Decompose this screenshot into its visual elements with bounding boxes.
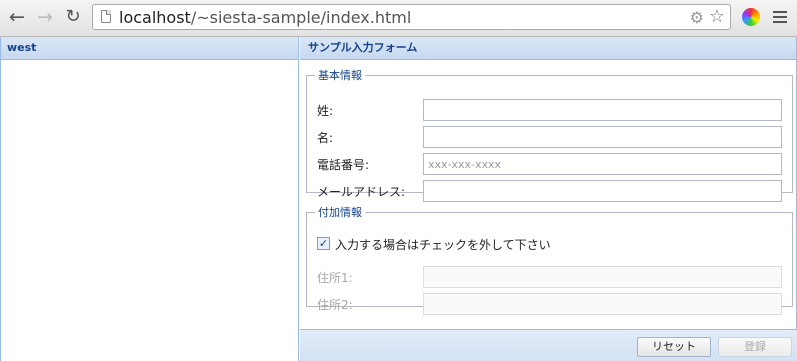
disable-address-checkbox[interactable]: ✓ xyxy=(317,237,330,250)
first-name-input[interactable] xyxy=(423,126,782,148)
email-input[interactable] xyxy=(423,180,782,202)
address2-input[interactable] xyxy=(423,293,782,315)
form-panel: サンプル入力フォーム 基本情報 姓: 名: 電話番号: メールアドレス: 付加情… xyxy=(300,37,797,361)
forward-arrow-icon[interactable]: → xyxy=(34,6,56,28)
phone-input[interactable] xyxy=(423,153,782,175)
west-panel: west xyxy=(0,37,299,361)
browser-toolbar: ← → ↻ localhost/~siesta-sample/index.htm… xyxy=(0,0,797,37)
address2-label: 住所2: xyxy=(317,298,353,312)
west-panel-title: west xyxy=(1,37,298,60)
extra-info-fieldset: 付加情報 ✓ 入力する場合はチェックを外して下さい 住所1: 住所2: xyxy=(306,204,793,315)
last-name-label: 姓: xyxy=(317,104,334,118)
first-name-label: 名: xyxy=(317,131,334,145)
submit-button[interactable]: 登録 xyxy=(718,337,792,357)
extension-gear-icon[interactable]: ⚙ xyxy=(690,8,704,27)
color-wheel-icon[interactable] xyxy=(742,8,760,26)
last-name-input[interactable] xyxy=(423,99,782,121)
address-bar[interactable]: localhost/~siesta-sample/index.html ⚙ ☆ xyxy=(92,4,731,30)
bookmark-star-icon[interactable]: ☆ xyxy=(709,6,725,27)
email-label: メールアドレス: xyxy=(317,185,406,199)
phone-label: 電話番号: xyxy=(317,158,370,172)
disable-address-checkbox-label: 入力する場合はチェックを外して下さい xyxy=(335,238,551,252)
form-panel-title: サンプル入力フォーム xyxy=(300,37,796,60)
extra-info-legend: 付加情報 xyxy=(318,206,362,219)
reload-icon[interactable]: ↻ xyxy=(62,6,84,28)
form-footer: リセット 登録 xyxy=(300,329,797,361)
address1-label: 住所1: xyxy=(317,271,353,285)
reset-button[interactable]: リセット xyxy=(637,337,711,357)
address-url: localhost/~siesta-sample/index.html xyxy=(119,8,412,27)
page-icon xyxy=(101,10,111,23)
basic-info-legend: 基本情報 xyxy=(318,69,362,82)
menu-icon[interactable] xyxy=(773,11,787,23)
address1-input[interactable] xyxy=(423,266,782,288)
basic-info-fieldset: 基本情報 姓: 名: 電話番号: メールアドレス: xyxy=(306,67,793,202)
back-arrow-icon[interactable]: ← xyxy=(6,6,28,28)
